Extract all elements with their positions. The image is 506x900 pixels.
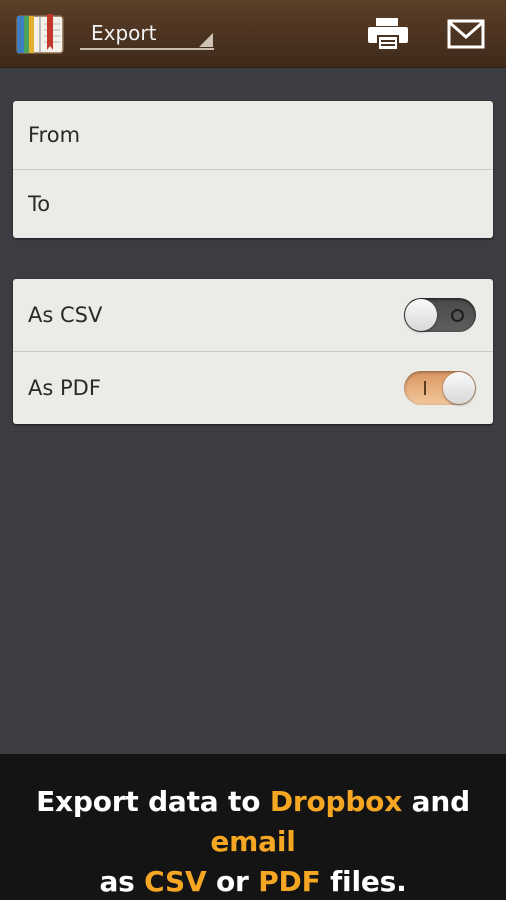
promo-text: and <box>402 785 470 818</box>
toggle-off-icon <box>451 309 464 322</box>
print-button[interactable] <box>366 12 410 56</box>
promo-text: Export data to <box>36 785 270 818</box>
toggle-knob <box>443 371 475 404</box>
promo-text: files. <box>320 865 407 898</box>
csv-row: As CSV <box>13 279 493 351</box>
promo-text: as <box>99 865 145 898</box>
envelope-icon <box>447 19 485 49</box>
to-label: To <box>28 191 51 216</box>
csv-toggle[interactable] <box>404 298 476 332</box>
promo-line-1: Export data to Dropbox and email <box>0 782 506 862</box>
export-format-card: As CSV As PDF <box>13 279 493 424</box>
pdf-toggle[interactable] <box>404 370 476 405</box>
promo-highlight-csv: CSV <box>144 865 207 898</box>
pdf-label: As PDF <box>28 375 101 400</box>
ledger-book-icon[interactable] <box>14 12 68 56</box>
promo-banner: Export data to Dropbox and email as CSV … <box>0 754 506 900</box>
promo-line-2: as CSV or PDF files. <box>0 862 506 900</box>
printer-icon <box>368 18 408 51</box>
email-button[interactable] <box>444 12 488 56</box>
spinner-caret-icon <box>199 33 213 47</box>
promo-highlight-email: email <box>210 825 296 858</box>
from-label: From <box>28 123 81 147</box>
from-date-row[interactable]: From <box>13 101 493 169</box>
action-bar: Export <box>0 0 506 68</box>
content-area: From To As CSV As PDF <box>0 68 506 754</box>
spinner-label: Export <box>91 21 157 45</box>
date-range-card: From To <box>13 101 493 238</box>
csv-label: As CSV <box>28 303 103 327</box>
promo-text: or <box>206 865 259 898</box>
pdf-row: As PDF <box>13 351 493 423</box>
toggle-knob <box>405 299 437 331</box>
view-spinner[interactable]: Export <box>80 16 214 50</box>
toggle-on-icon <box>424 380 426 395</box>
promo-highlight-pdf: PDF <box>258 865 321 898</box>
to-date-row[interactable]: To <box>13 169 493 237</box>
promo-highlight-dropbox: Dropbox <box>269 785 403 818</box>
